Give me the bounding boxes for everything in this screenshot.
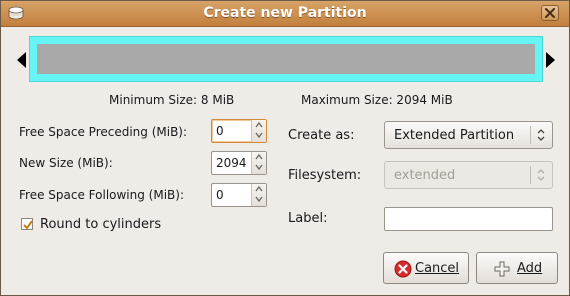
round-to-cylinders-label[interactable]: Round to cylinders <box>40 217 161 232</box>
add-icon <box>494 261 510 277</box>
create-as-dropdown[interactable]: Extended Partition <box>384 121 553 149</box>
new-size-label: New Size (MiB): <box>19 156 113 170</box>
dropdown-separator <box>530 166 531 184</box>
title-bar[interactable]: Create new Partition <box>1 1 569 27</box>
create-as-label: Create as: <box>288 128 355 143</box>
partition-visual[interactable] <box>29 36 543 82</box>
free-following-value[interactable]: 0 <box>216 188 224 202</box>
new-size-value[interactable]: 2094 <box>216 156 247 170</box>
filesystem-dropdown[interactable]: extended <box>384 161 553 189</box>
filesystem-label: Filesystem: <box>288 168 362 183</box>
resize-right-handle-icon[interactable] <box>545 52 555 68</box>
chevron-updown-icon <box>537 129 545 141</box>
increment-icon[interactable] <box>255 186 263 192</box>
add-button[interactable]: Add <box>476 252 558 284</box>
spinner-buttons[interactable] <box>251 184 266 206</box>
free-preceding-spinner[interactable]: 0 <box>211 119 267 143</box>
free-following-spinner[interactable]: 0 <box>211 183 267 207</box>
cancel-button-label: Cancel <box>415 261 460 276</box>
partition-label-input[interactable] <box>384 207 553 231</box>
cancel-button[interactable]: Cancel <box>383 252 469 284</box>
window-title: Create new Partition <box>203 5 367 21</box>
increment-icon[interactable] <box>255 154 263 160</box>
resize-left-handle-icon[interactable] <box>17 52 27 68</box>
create-partition-dialog: Create new Partition Minimum Size: 8 MiB… <box>0 0 570 296</box>
close-button[interactable] <box>541 5 559 21</box>
partition-resizer[interactable] <box>17 36 555 86</box>
create-as-value: Extended Partition <box>394 128 515 143</box>
minimum-size-label: Minimum Size: 8 MiB <box>109 93 235 107</box>
add-button-label: Add <box>517 261 543 276</box>
filesystem-value: extended <box>394 168 456 183</box>
decrement-icon[interactable] <box>255 132 263 138</box>
maximum-size-label: Maximum Size: 2094 MiB <box>301 93 453 107</box>
partition-fill <box>37 44 535 74</box>
cancel-icon <box>394 260 412 278</box>
free-preceding-value[interactable]: 0 <box>216 124 224 138</box>
decrement-icon[interactable] <box>255 164 263 170</box>
free-preceding-label: Free Space Preceding (MiB): <box>19 125 188 139</box>
free-following-label: Free Space Following (MiB): <box>19 188 184 202</box>
dropdown-separator <box>530 126 531 144</box>
checkmark-icon <box>23 220 33 230</box>
chevron-updown-icon <box>537 169 545 181</box>
round-to-cylinders-checkbox[interactable] <box>21 218 33 230</box>
new-size-spinner[interactable]: 2094 <box>211 151 267 175</box>
spinner-buttons[interactable] <box>251 152 266 174</box>
increment-icon[interactable] <box>255 122 263 128</box>
partition-label-label: Label: <box>288 211 328 226</box>
decrement-icon[interactable] <box>255 196 263 202</box>
spinner-buttons[interactable] <box>251 120 266 142</box>
close-icon <box>545 8 555 18</box>
